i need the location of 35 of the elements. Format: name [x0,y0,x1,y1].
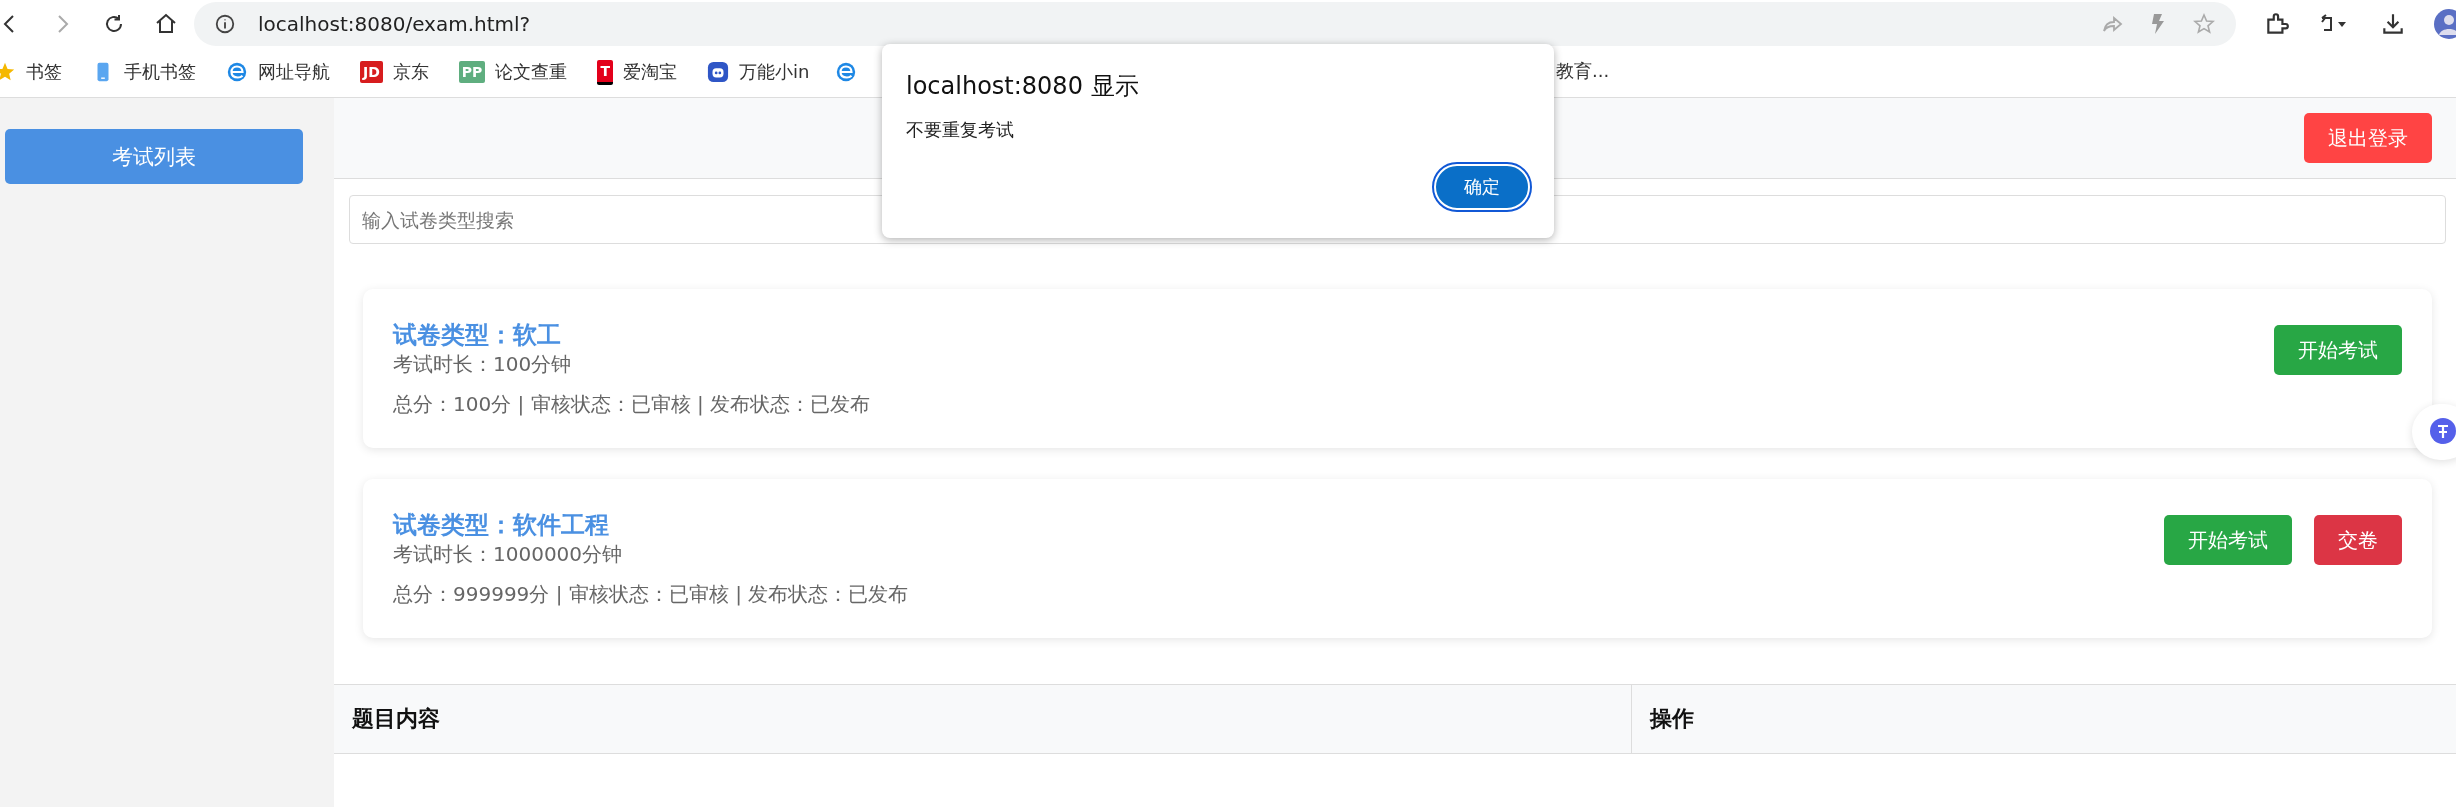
info-icon[interactable] [214,12,236,35]
ok-button[interactable]: 确定 [1434,164,1530,210]
column-header: 题目内容 [334,685,1632,753]
exam-title: 试卷类型：软件工程 [393,510,610,541]
bookmark-logo: T [597,59,613,85]
dialog-title: localhost:8080 显示 [906,71,1140,102]
robot-icon [706,61,729,83]
bookmark-item[interactable]: 论文查重 [495,60,568,84]
exam-details: 总分：100分 | 审核状态：已审核 | 发布状态：已发布 [393,391,871,418]
translate-float-button[interactable] [2412,404,2456,460]
bookmark-item[interactable]: 书签 [26,60,62,84]
submit-paper-button[interactable]: 交卷 [2314,515,2402,565]
bookmark-item[interactable]: 手机书签 [124,60,196,84]
globe-e-icon [226,61,248,83]
bookmark-item[interactable]: 京东 [392,60,429,84]
exam-duration: 考试时长：100分钟 [393,351,573,377]
bookmark-logo: JD [360,61,383,83]
exam-title: 试卷类型：软工 [393,320,562,351]
star-icon[interactable] [2192,11,2216,36]
bookmark-item[interactable]: 万能小in [738,60,810,84]
puzzle-icon[interactable] [2264,10,2290,37]
home-icon[interactable] [154,11,178,36]
dialog-message: 不要重复考试 [906,118,1015,142]
globe-e-icon [835,61,858,83]
star-icon [0,61,16,83]
bookmark-item[interactable]: 教育... [1556,59,1610,83]
address-bar[interactable]: localhost:8080/exam.html? [194,1,2236,46]
bookmark-item[interactable]: 网址导航 [258,60,330,84]
avatar-icon[interactable] [2434,8,2456,39]
bookmark-item[interactable]: 爱淘宝 [622,60,677,84]
url-text: localhost:8080/exam.html? [258,11,531,36]
column-header: 操作 [1648,705,1695,733]
exam-details: 总分：999999分 | 审核状态：已审核 | 发布状态：已发布 [393,581,909,608]
bookmark-logo: PP [458,61,486,83]
exam-duration: 考试时长：1000000分钟 [393,541,624,567]
